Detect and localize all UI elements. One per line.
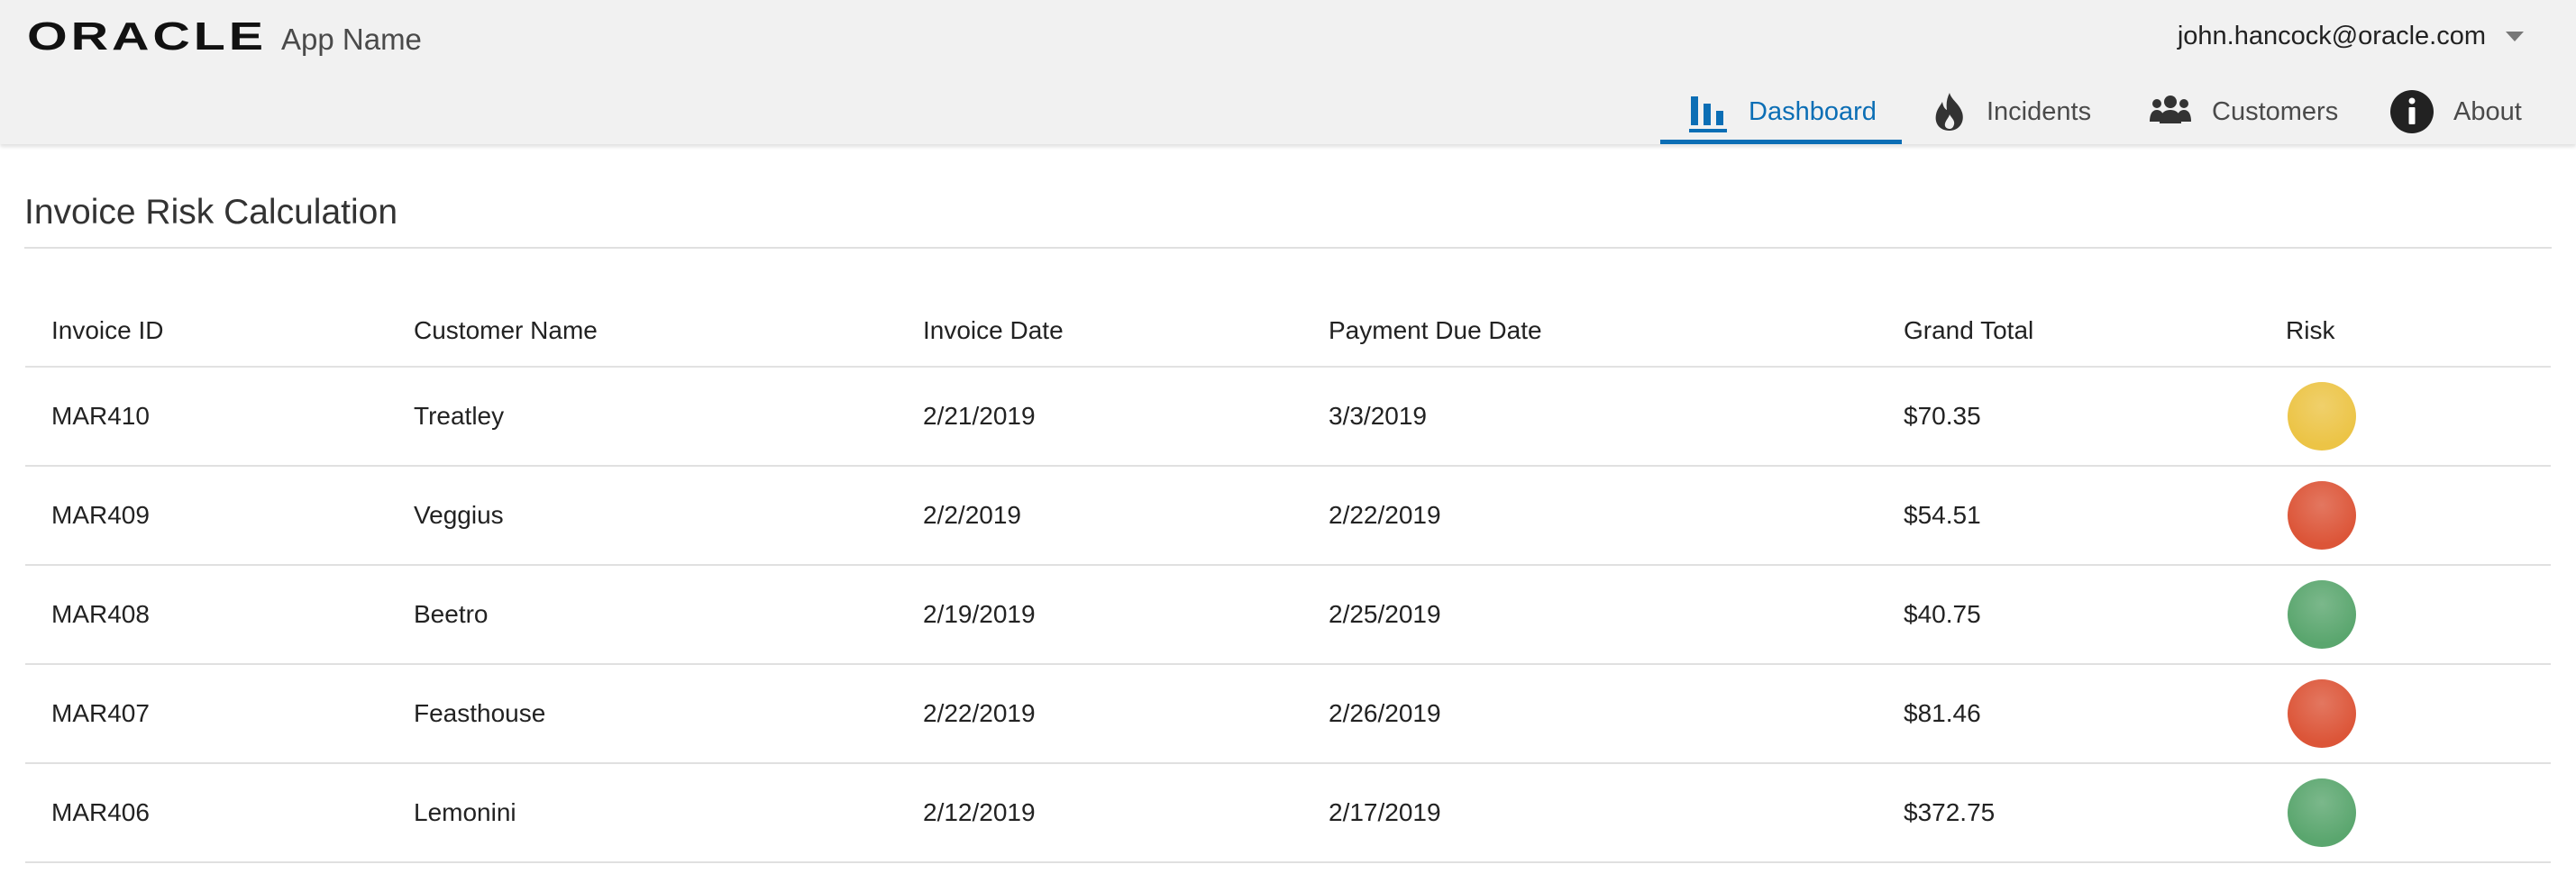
risk-indicator [2288, 580, 2356, 649]
nav-label-about: About [2453, 96, 2522, 126]
risk-indicator [2288, 382, 2356, 451]
cell-grand-total: $372.75 [1877, 763, 2260, 863]
cell-invoice-id: MAR406 [25, 763, 388, 863]
cell-customer-name: Beetro [388, 565, 897, 665]
page-title: Invoice Risk Calculation [24, 193, 398, 232]
table-row[interactable]: MAR407 Feasthouse 2/22/2019 2/26/2019 $8… [25, 664, 2551, 764]
active-tab-indicator [1660, 140, 1902, 144]
table-row[interactable]: MAR406 Lemonini 2/12/2019 2/17/2019 $372… [25, 763, 2551, 863]
cell-invoice-id: MAR407 [25, 664, 388, 764]
cell-payment-due-date: 2/17/2019 [1302, 763, 1877, 863]
nav-label-customers: Customers [2212, 96, 2339, 126]
user-email: john.hancock@oracle.com [2177, 21, 2486, 50]
cell-payment-due-date: 2/25/2019 [1302, 565, 1877, 665]
column-header-invoice-date[interactable]: Invoice Date [897, 296, 1302, 368]
cell-invoice-id: MAR410 [25, 367, 388, 467]
user-menu[interactable]: john.hancock@oracle.com [2178, 16, 2524, 56]
fire-icon [1932, 91, 1967, 132]
table-row[interactable]: MAR409 Veggius 2/2/2019 2/22/2019 $54.51 [25, 466, 2551, 566]
cell-grand-total: $54.51 [1877, 466, 2260, 566]
table-row[interactable]: MAR410 Treatley 2/21/2019 3/3/2019 $70.3… [25, 367, 2551, 467]
nav-label-dashboard: Dashboard [1749, 96, 1877, 126]
nav-bar: Dashboard Incidents Customers About [0, 79, 2576, 144]
cell-invoice-date: 2/19/2019 [897, 565, 1302, 665]
people-icon [2149, 91, 2192, 132]
cell-invoice-date: 2/21/2019 [897, 367, 1302, 467]
cell-risk [2260, 565, 2551, 665]
cell-invoice-id: MAR408 [25, 565, 388, 665]
cell-invoice-date: 2/2/2019 [897, 466, 1302, 566]
cell-risk [2260, 664, 2551, 764]
cell-customer-name: Feasthouse [388, 664, 897, 764]
cell-risk [2260, 367, 2551, 467]
cell-payment-due-date: 2/22/2019 [1302, 466, 1877, 566]
cell-grand-total: $81.46 [1877, 664, 2260, 764]
column-header-grand-total[interactable]: Grand Total [1877, 296, 2260, 368]
title-divider [24, 247, 2552, 249]
cell-invoice-date: 2/22/2019 [897, 664, 1302, 764]
nav-item-about[interactable]: About [2390, 79, 2526, 144]
cell-invoice-id: MAR409 [25, 466, 388, 566]
column-header-payment-due-date[interactable]: Payment Due Date [1302, 296, 1877, 368]
cell-customer-name: Veggius [388, 466, 897, 566]
invoice-table: Invoice ID Customer Name Invoice Date Pa… [25, 296, 2551, 863]
nav-label-incidents: Incidents [1987, 96, 2092, 126]
column-header-risk[interactable]: Risk [2260, 296, 2551, 368]
table-row[interactable]: MAR408 Beetro 2/19/2019 2/25/2019 $40.75 [25, 565, 2551, 665]
cell-payment-due-date: 3/3/2019 [1302, 367, 1877, 467]
cell-payment-due-date: 2/26/2019 [1302, 664, 1877, 764]
column-header-customer-name[interactable]: Customer Name [388, 296, 897, 368]
nav-item-dashboard[interactable]: Dashboard [1660, 79, 1902, 144]
cell-grand-total: $40.75 [1877, 565, 2260, 665]
app-name: App Name [281, 23, 422, 56]
risk-indicator [2288, 481, 2356, 550]
risk-indicator [2288, 679, 2356, 748]
svg-text:ORACLE: ORACLE [27, 20, 267, 52]
app-header: ORACLE App Name john.hancock@oracle.com … [0, 0, 2576, 144]
nav-item-incidents[interactable]: Incidents [1932, 79, 2104, 144]
oracle-logo: ORACLE [27, 20, 267, 52]
cell-risk [2260, 466, 2551, 566]
cell-customer-name: Treatley [388, 367, 897, 467]
cell-grand-total: $70.35 [1877, 367, 2260, 467]
nav-item-customers[interactable]: Customers [2149, 79, 2347, 144]
cell-customer-name: Lemonini [388, 763, 897, 863]
column-header-invoice-id[interactable]: Invoice ID [25, 296, 388, 368]
info-icon [2390, 90, 2434, 133]
table-header-row: Invoice ID Customer Name Invoice Date Pa… [25, 296, 2551, 368]
cell-risk [2260, 763, 2551, 863]
bar-chart-icon [1687, 91, 1729, 132]
risk-indicator [2288, 778, 2356, 847]
cell-invoice-date: 2/12/2019 [897, 763, 1302, 863]
chevron-down-icon [2506, 31, 2524, 41]
